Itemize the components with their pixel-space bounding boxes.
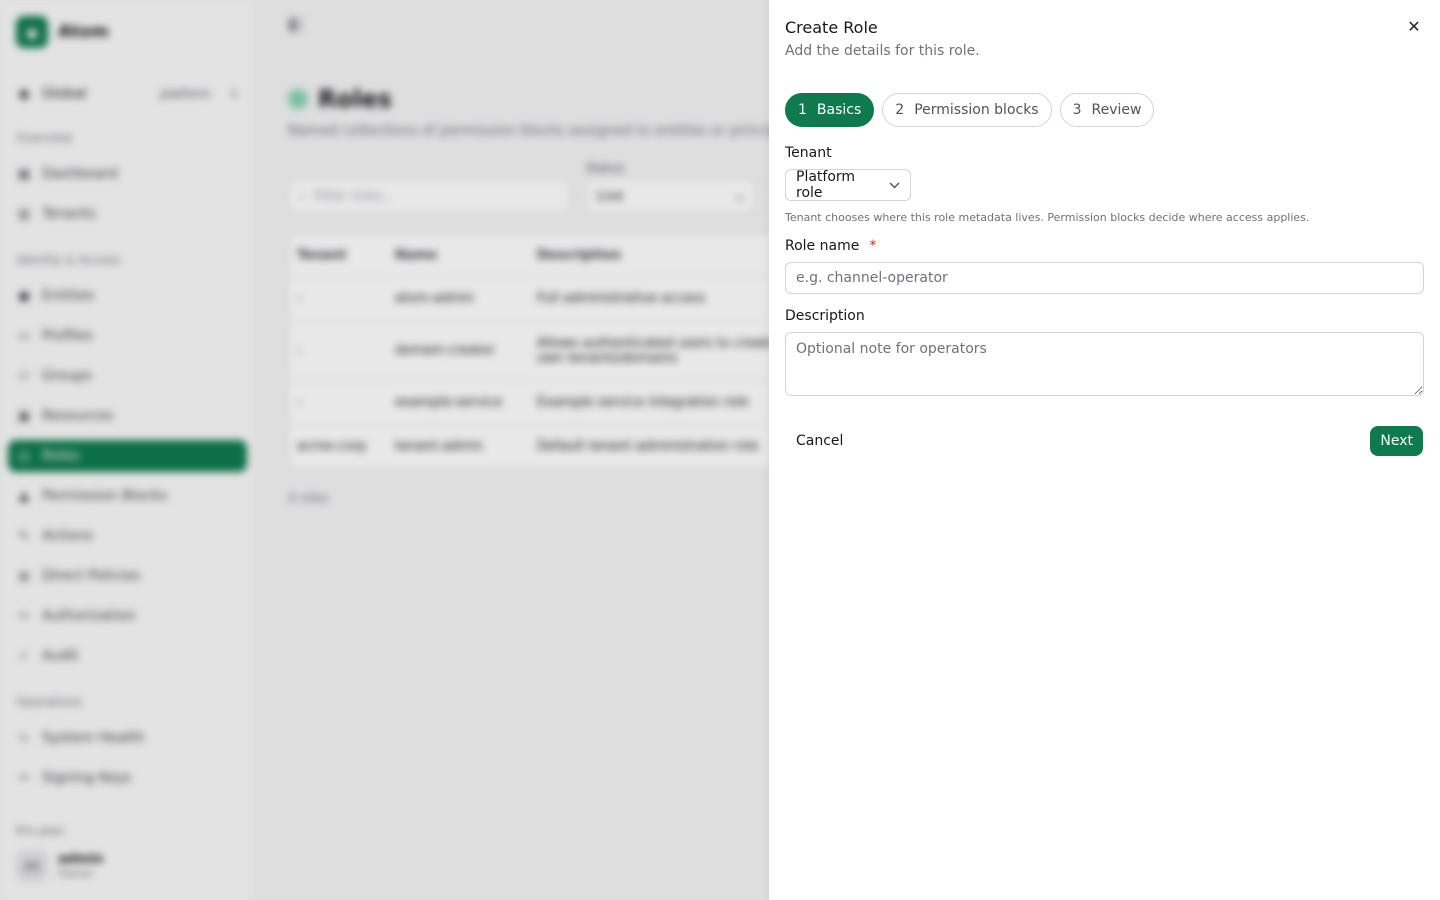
drawer-subtitle: Add the details for this role. — [785, 43, 980, 59]
drawer-title: Create Role — [785, 18, 878, 37]
step-label: Basics — [816, 102, 862, 118]
chevron-down-icon — [889, 179, 900, 192]
step-label: Review — [1091, 102, 1142, 118]
role-name-label-text: Role name — [785, 238, 860, 254]
step-number: 2 — [895, 102, 905, 118]
tenant-select[interactable]: Platform role — [785, 169, 911, 201]
description-label: Description — [785, 308, 865, 324]
step-review[interactable]: 3 Review — [1059, 93, 1155, 127]
tenant-label: Tenant — [785, 145, 832, 161]
role-name-label: Role name * — [785, 238, 1424, 254]
tenant-hint: Tenant chooses where this role metadata … — [785, 211, 1310, 224]
step-permission-blocks[interactable]: 2 Permission blocks — [882, 93, 1052, 127]
stepper: 1 Basics 2 Permission blocks 3 Review — [785, 93, 1424, 127]
required-indicator: * — [869, 238, 877, 254]
tenant-select-value: Platform role — [796, 169, 856, 201]
drawer-actions: Cancel Next — [785, 426, 1424, 456]
step-label: Permission blocks — [914, 102, 1039, 118]
description-textarea[interactable] — [785, 332, 1424, 396]
cancel-button[interactable]: Cancel — [785, 427, 854, 455]
role-name-input[interactable] — [785, 262, 1424, 294]
step-number: 1 — [798, 102, 807, 118]
step-number: 3 — [1072, 102, 1082, 118]
step-basics[interactable]: 1 Basics — [785, 93, 875, 127]
close-icon[interactable]: ✕ — [1404, 16, 1424, 36]
create-role-drawer: ✕ Create Role Add the details for this r… — [769, 0, 1440, 900]
next-button[interactable]: Next — [1370, 426, 1423, 456]
